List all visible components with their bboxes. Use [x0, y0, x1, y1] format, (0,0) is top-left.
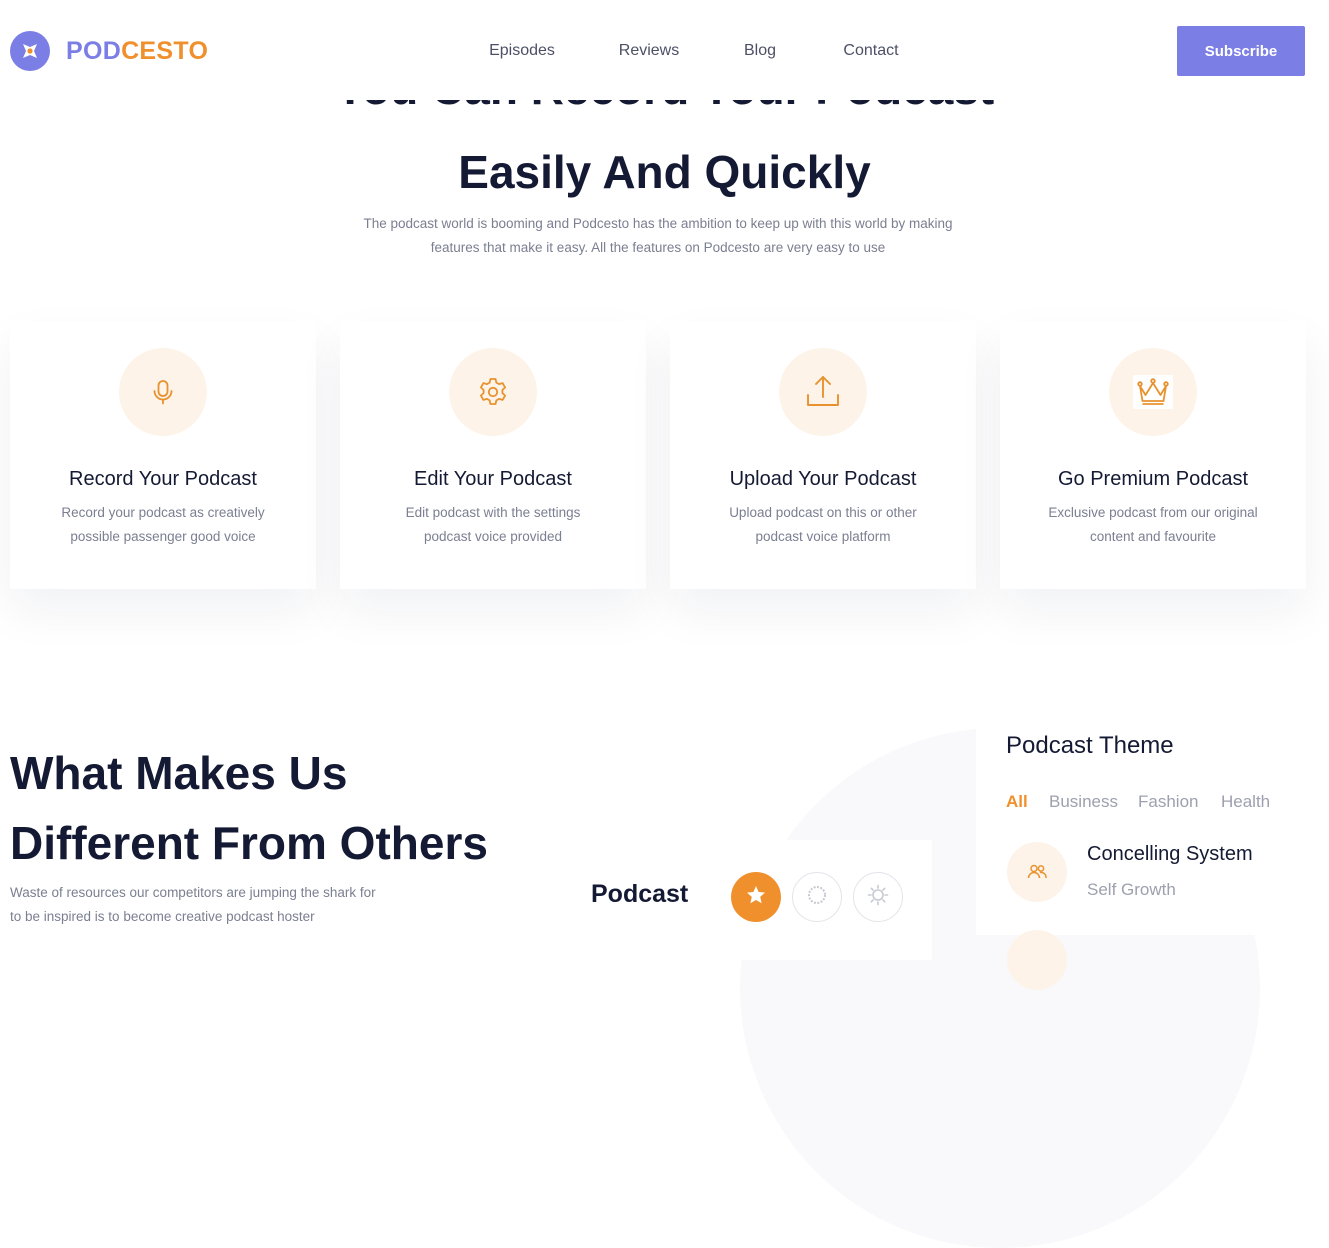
theme-item-icon-partial — [1007, 930, 1067, 990]
feature-description-line1: Exclusive podcast from our original — [1048, 505, 1258, 520]
nav-reviews[interactable]: Reviews — [619, 42, 679, 60]
feature-card-upload: Upload Your Podcast Upload podcast on th… — [670, 321, 976, 589]
feature-description-line1: Edit podcast with the settings — [405, 505, 581, 520]
theme-tab-health[interactable]: Health — [1221, 792, 1270, 812]
sun-icon — [867, 884, 889, 911]
feature-description: Exclusive podcast from our original cont… — [1038, 501, 1268, 549]
feature-description-line2: podcast voice provided — [423, 529, 563, 544]
feature-card-edit: Edit Your Podcast Edit podcast with the … — [340, 321, 646, 589]
circle-icon — [806, 884, 828, 911]
feature-description: Record your podcast as creatively possib… — [48, 501, 278, 549]
difference-title: What Makes Us Different From Others — [10, 738, 570, 878]
crown-icon — [1109, 348, 1197, 436]
nav-contact[interactable]: Contact — [843, 42, 898, 60]
hero-description: The podcast world is booming and Podcest… — [340, 212, 976, 260]
feature-card-record: Record Your Podcast Record your podcast … — [10, 321, 316, 589]
feature-description: Upload podcast on this or other podcast … — [708, 501, 938, 549]
theme-tab-business[interactable]: Business — [1049, 792, 1118, 812]
theme-item-subtitle: Self Growth — [1087, 880, 1176, 899]
hero-description-line1: The podcast world is booming and Podcest… — [363, 216, 953, 231]
podcast-widget-label: Podcast — [591, 880, 689, 908]
feature-description-line2: podcast voice platform — [755, 529, 891, 544]
feature-title: Record Your Podcast — [69, 468, 257, 490]
podcast-circle-button[interactable] — [792, 872, 842, 922]
feature-description: Edit podcast with the settings podcast v… — [378, 501, 608, 549]
feature-card-premium: Go Premium Podcast Exclusive podcast fro… — [1000, 321, 1306, 589]
feature-description-line2: possible passenger good voice — [70, 529, 256, 544]
upload-icon — [779, 348, 867, 436]
podcast-theme-title: Podcast Theme — [1006, 732, 1174, 759]
feature-description-line1: Upload podcast on this or other — [729, 505, 917, 520]
hero-title-line2: Easily And Quickly — [458, 146, 871, 198]
main-nav: Episodes Reviews Blog Contact — [0, 42, 1329, 64]
feature-description-line1: Record your podcast as creatively — [61, 505, 265, 520]
theme-tab-fashion[interactable]: Fashion — [1138, 792, 1198, 812]
microphone-icon — [119, 348, 207, 436]
difference-title-line2: Different From Others — [10, 817, 488, 869]
difference-description-line2: to be inspired is to become creative pod… — [10, 909, 315, 924]
podcast-sun-button[interactable] — [853, 872, 903, 922]
nav-episodes[interactable]: Episodes — [489, 42, 555, 60]
feature-title: Edit Your Podcast — [414, 468, 572, 490]
site-header: PODCESTO Episodes Reviews Blog Contact S… — [0, 0, 1329, 100]
theme-tab-all[interactable]: All — [1006, 792, 1028, 812]
gear-icon — [449, 348, 537, 436]
subscribe-button[interactable]: Subscribe — [1177, 26, 1305, 76]
feature-description-line2: content and favourite — [1089, 529, 1217, 544]
users-icon — [1007, 842, 1067, 902]
hero-description-line2: features that make it easy. All the feat… — [430, 240, 886, 255]
podcast-star-button[interactable] — [731, 872, 781, 922]
difference-description-line1: Waste of resources our competitors are j… — [10, 885, 376, 900]
feature-title: Upload Your Podcast — [729, 468, 917, 490]
feature-title: Go Premium Podcast — [1057, 468, 1249, 490]
star-icon — [745, 884, 767, 911]
difference-description: Waste of resources our competitors are j… — [10, 881, 420, 929]
nav-blog[interactable]: Blog — [744, 42, 776, 60]
theme-item-title[interactable]: Concelling System — [1087, 843, 1253, 866]
difference-title-line1: What Makes Us — [10, 747, 348, 799]
